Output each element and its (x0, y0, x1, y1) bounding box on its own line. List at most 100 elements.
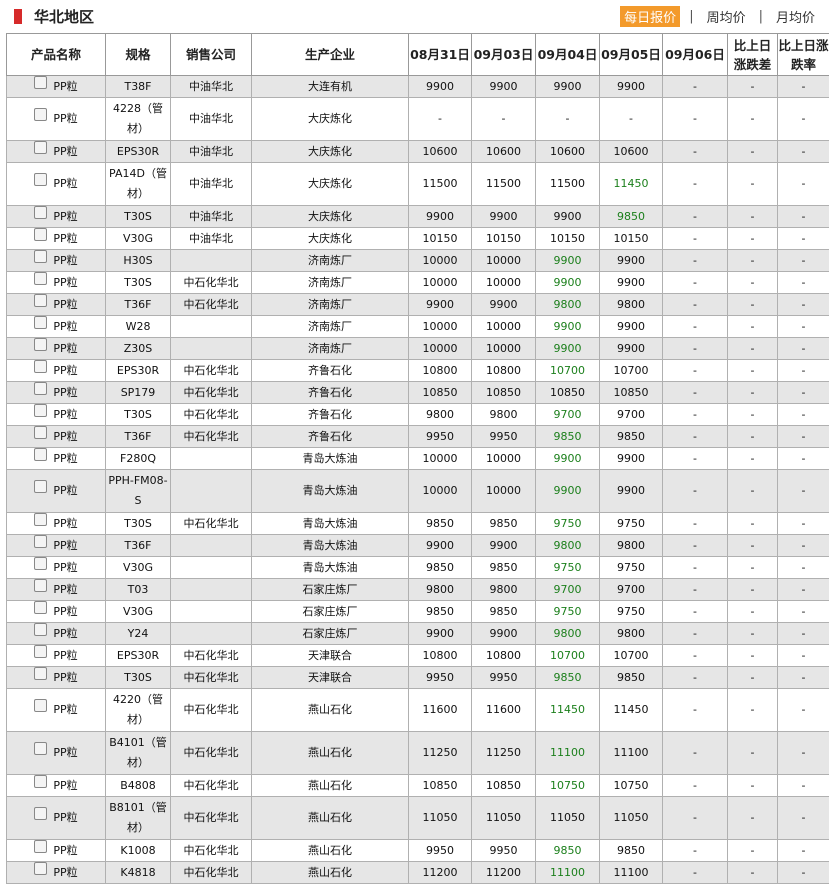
price-cell: - (599, 97, 663, 141)
change-rate-cell: - (777, 666, 829, 689)
price-cell: 9700 (535, 578, 600, 601)
region-title: 华北地区 (34, 8, 95, 26)
row-checkbox[interactable] (34, 337, 48, 351)
price-cell: 9800 (535, 534, 600, 557)
seller-cell: 中油华北 (170, 162, 252, 206)
price-cell: - (662, 140, 728, 163)
change-rate-cell: - (777, 205, 829, 228)
row-checkbox[interactable] (34, 861, 48, 875)
row-checkbox[interactable] (34, 534, 48, 548)
row-checkbox[interactable] (34, 315, 48, 329)
region-header: 华北地区 每日报价 | 周均价 | 月均价 (0, 0, 829, 32)
price-cell: - (662, 796, 728, 840)
price-cell: 11050 (599, 796, 663, 840)
row-checkbox[interactable] (34, 644, 48, 658)
row-checkbox[interactable] (34, 666, 48, 680)
row-checkbox[interactable] (34, 839, 48, 853)
price-cell: 11450 (599, 688, 663, 732)
producer-cell: 青岛大炼油 (251, 447, 409, 470)
row-checkbox[interactable] (34, 742, 48, 755)
table-header-row: 产品名称 规格 销售公司 生产企业 08月31日 09月03日 09月04日 0… (6, 33, 829, 76)
spec-cell: T36F (105, 293, 171, 316)
row-checkbox[interactable] (34, 227, 48, 241)
price-cell: 9900 (535, 205, 600, 228)
product-cell: PP粒 (6, 359, 106, 382)
producer-cell: 大庆炼化 (251, 205, 409, 228)
price-cell: 10000 (471, 315, 536, 338)
row-checkbox[interactable] (34, 140, 48, 154)
row-checkbox[interactable] (34, 108, 48, 121)
price-cell: 10700 (599, 359, 663, 382)
table-row: PP粒 V30G 中油华北 大庆炼化 10150 10150 10150 10150- - - (6, 227, 829, 250)
table-row: PP粒 V30G 石家庄炼厂 9850 9850 9750 9750- - - (6, 600, 829, 623)
price-cell: 11200 (408, 861, 472, 884)
price-cell: - (662, 534, 728, 557)
row-checkbox[interactable] (34, 205, 48, 219)
seller-cell: 中石化华北 (170, 644, 252, 667)
row-checkbox[interactable] (34, 600, 48, 614)
row-checkbox[interactable] (34, 512, 48, 526)
change-diff-cell: - (727, 469, 778, 513)
spec-cell: PPH-FM08-S (105, 469, 171, 513)
price-cell: - (662, 227, 728, 250)
price-cell: 9900 (408, 75, 472, 98)
spec-cell: K1008 (105, 839, 171, 862)
row-checkbox[interactable] (34, 249, 48, 263)
price-cell: 9850 (599, 205, 663, 228)
change-diff-cell: - (727, 688, 778, 732)
row-checkbox[interactable] (34, 403, 48, 417)
price-cell: 10700 (535, 644, 600, 667)
row-checkbox[interactable] (34, 447, 48, 461)
product-name: PP粒 (53, 516, 78, 530)
product-name: PP粒 (53, 484, 78, 497)
product-cell: PP粒 (6, 75, 106, 98)
row-checkbox[interactable] (34, 622, 48, 636)
row-checkbox[interactable] (34, 425, 48, 439)
table-row: PP粒 Z30S 济南炼厂 10000 10000 9900 9900- - - (6, 337, 829, 360)
price-cell: - (662, 666, 728, 689)
tab-daily-quote[interactable]: 每日报价 (620, 6, 681, 27)
table-row: PP粒 PA14D（管材） 中油华北 大庆炼化 11500 11500 11500 11450… (6, 162, 829, 206)
header-product-name: 产品名称 (6, 33, 106, 76)
product-name: PP粒 (53, 670, 78, 684)
row-checkbox[interactable] (34, 173, 48, 186)
table-row: PP粒 K1008 中石化华北 燕山石化 9950 9950 9850 9850- - - (6, 839, 829, 862)
seller-cell: 中油华北 (170, 205, 252, 228)
tab-weekly-average[interactable]: 周均价 (703, 6, 750, 27)
product-name: PP粒 (53, 144, 78, 158)
producer-cell: 燕山石化 (251, 774, 409, 797)
producer-cell: 燕山石化 (251, 688, 409, 732)
price-cell: 9900 (408, 622, 472, 645)
row-checkbox[interactable] (34, 381, 48, 395)
producer-cell: 济南炼厂 (251, 337, 409, 360)
row-checkbox[interactable] (34, 293, 48, 307)
row-checkbox[interactable] (34, 774, 48, 788)
price-cell: - (662, 861, 728, 884)
row-checkbox[interactable] (34, 699, 48, 712)
table-row: PP粒 T36F 中石化华北 济南炼厂 9900 9900 9800 9800- - - (6, 293, 829, 316)
change-rate-cell: - (777, 403, 829, 426)
row-checkbox[interactable] (34, 359, 48, 373)
seller-cell: 中石化华北 (170, 731, 252, 775)
change-diff-cell: - (727, 512, 778, 535)
table-row: PP粒 T38F 中油华北 大连有机 9900 9900 9900 9900- - - (6, 75, 829, 98)
price-cell: 9800 (471, 403, 536, 426)
price-cell: 10800 (471, 359, 536, 382)
price-cell: 10700 (599, 644, 663, 667)
price-cell: 9900 (471, 622, 536, 645)
row-checkbox[interactable] (34, 807, 48, 820)
price-cell: - (662, 425, 728, 448)
change-rate-cell: - (777, 644, 829, 667)
seller-cell: 中石化华北 (170, 403, 252, 426)
tab-monthly-average[interactable]: 月均价 (772, 6, 819, 27)
row-checkbox[interactable] (34, 556, 48, 570)
table-row: PP粒 EPS30R 中石化华北 齐鲁石化 10800 10800 10700 10700- -… (6, 359, 829, 382)
seller-cell (170, 600, 252, 623)
row-checkbox[interactable] (34, 578, 48, 592)
producer-cell: 大庆炼化 (251, 227, 409, 250)
row-checkbox[interactable] (34, 480, 48, 493)
row-checkbox[interactable] (34, 271, 48, 285)
price-cell: 10150 (535, 227, 600, 250)
row-checkbox[interactable] (34, 75, 48, 89)
product-cell: PP粒 (6, 271, 106, 294)
